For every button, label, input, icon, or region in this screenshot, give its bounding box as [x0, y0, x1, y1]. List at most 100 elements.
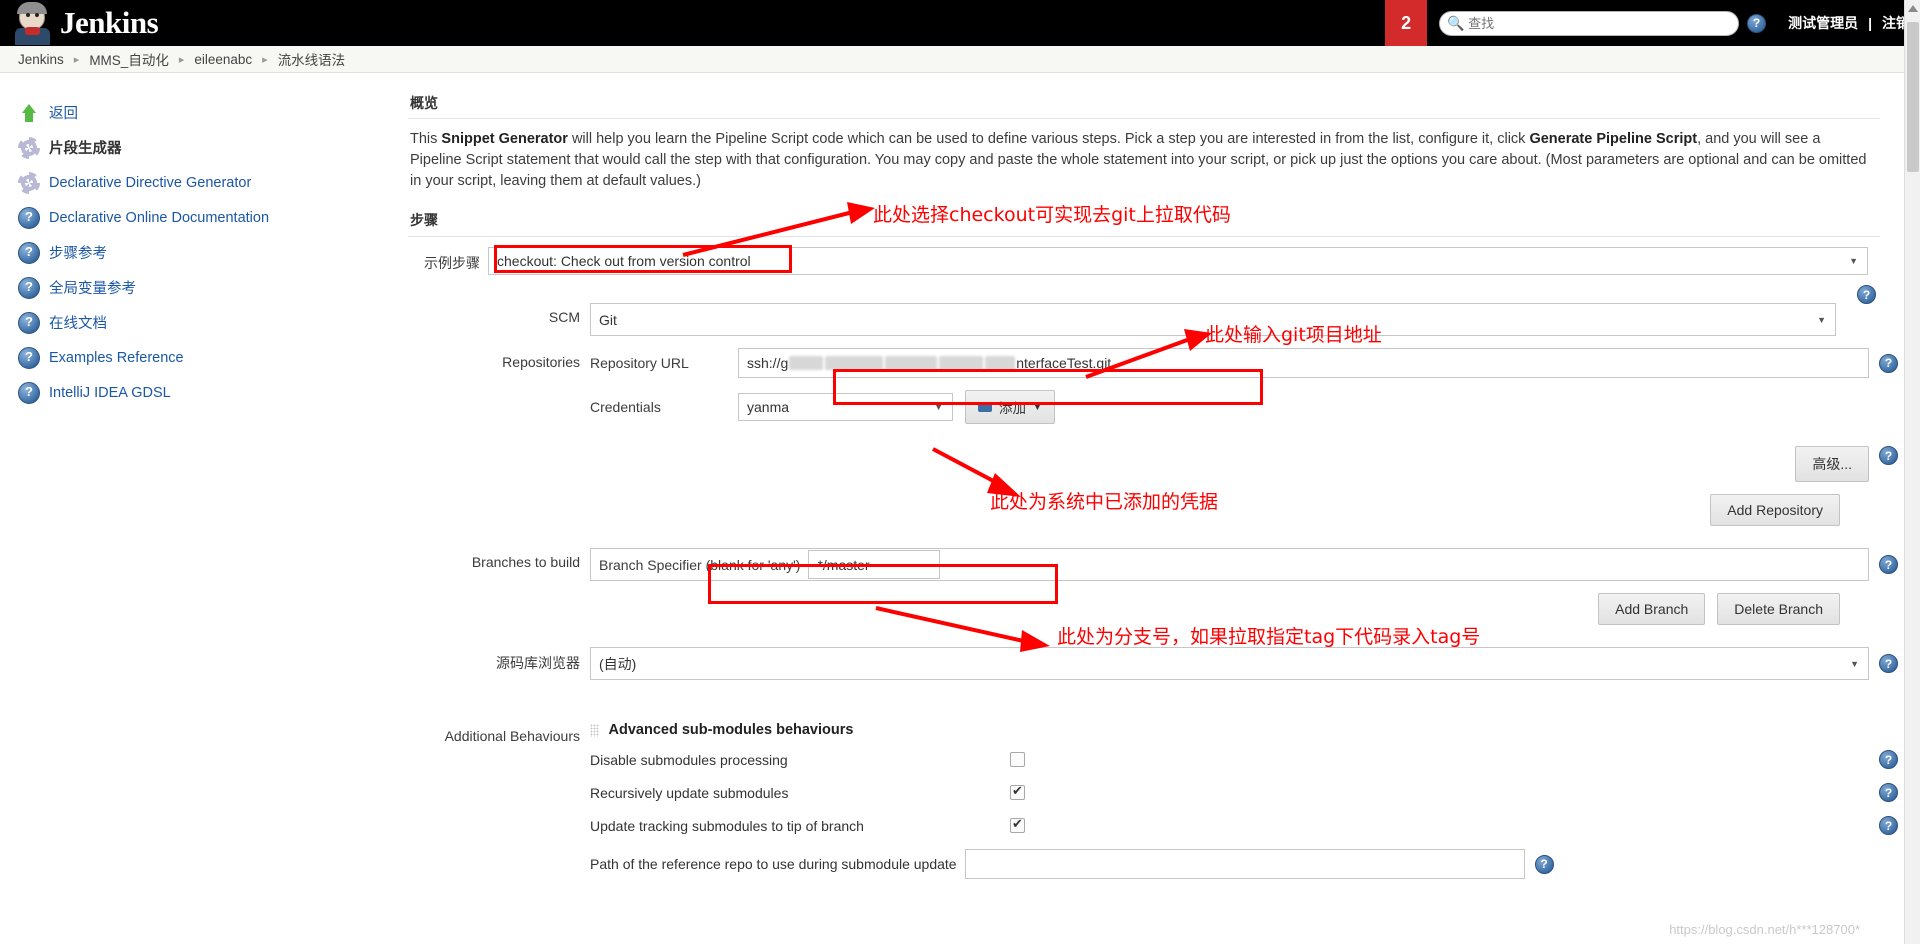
breadcrumb-item-jenkins[interactable]: Jenkins: [18, 52, 64, 67]
repositories-label: Repositories: [502, 354, 580, 370]
user-area: 测试管理员 | 注销: [1766, 13, 1920, 33]
add-repository-button[interactable]: Add Repository: [1710, 494, 1840, 526]
sample-step-row: 示例步骤 checkout: Check out from version co…: [400, 247, 1920, 275]
redacted-segment: [939, 356, 984, 370]
sample-step-select[interactable]: checkout: Check out from version control…: [488, 247, 1868, 275]
add-branch-button[interactable]: Add Branch: [1598, 593, 1706, 625]
top-bar: Jenkins 2 🔍 ? 测试管理员 | 注销: [0, 0, 1920, 46]
sidebar-item-global-variables-reference[interactable]: 全局变量参考: [18, 270, 400, 305]
recursively-update-submodules-checkbox[interactable]: [1010, 783, 1025, 800]
branch-specifier-input[interactable]: [808, 550, 941, 579]
credentials-row: Credentials yanma ▼ 添加 ▼: [590, 390, 1898, 424]
breadcrumb: Jenkins ▸ MMS_自动化 ▸ eileenabc ▸ 流水线语法: [0, 46, 1920, 73]
advanced-help-icon[interactable]: ?: [1879, 446, 1898, 465]
search-container: 🔍: [1439, 10, 1740, 36]
sidebar-item-steps-reference[interactable]: 步骤参考: [18, 235, 400, 270]
submodule-row: Disable submodules processing ?: [590, 750, 1898, 769]
redacted-segment: [825, 356, 884, 370]
reference-repo-help-icon[interactable]: ?: [1534, 854, 1554, 874]
submodule-help-icon[interactable]: ?: [1879, 783, 1898, 802]
search-input[interactable]: [1439, 10, 1740, 36]
branch-specifier-help-icon[interactable]: ?: [1879, 555, 1898, 574]
jenkins-brand[interactable]: Jenkins: [0, 0, 159, 46]
help-icon: [18, 346, 40, 369]
sidebar-item-label: 全局变量参考: [49, 281, 136, 297]
user-separator: |: [1868, 15, 1872, 31]
scroll-up-arrow-icon[interactable]: [1908, 5, 1918, 12]
repo-browser-row: 源码库浏览器 (自动) ▼ ?: [400, 647, 1920, 680]
main-content: 概览 This Snippet Generator will help you …: [400, 73, 1920, 943]
sidebar-item-declarative-directive-generator[interactable]: Declarative Directive Generator: [18, 165, 400, 200]
breadcrumb-item-pipeline-syntax[interactable]: 流水线语法: [278, 49, 346, 69]
redacted-segment: [985, 356, 1016, 370]
sidebar-item-intellij-idea-gdsl[interactable]: IntelliJ IDEA GDSL: [18, 375, 400, 410]
steps-title: 步骤: [410, 212, 438, 228]
sample-step-label: 示例步骤: [424, 255, 480, 271]
intro-bold-snippet-generator: Snippet Generator: [441, 131, 568, 147]
submodule-row: Recursively update submodules ?: [590, 783, 1898, 802]
sidebar-item-snippet-generator[interactable]: 片段生成器: [18, 130, 400, 165]
add-credentials-button[interactable]: 添加 ▼: [965, 390, 1055, 424]
chevron-down-icon: ▼: [1849, 256, 1858, 266]
brand-title: Jenkins: [60, 5, 159, 40]
advanced-submodules-title-text: Advanced sub-modules behaviours: [608, 722, 854, 738]
repo-browser-help-icon[interactable]: ?: [1879, 654, 1898, 673]
repository-url-input[interactable]: ssh://g nterfaceTest.git: [738, 348, 1869, 378]
sidebar-item-back[interactable]: 返回: [18, 95, 400, 130]
breadcrumb-item-project[interactable]: MMS_自动化: [89, 49, 169, 69]
repositories-row: Repositories Repository URL ssh://g nter…: [400, 348, 1920, 526]
additional-behaviours-label: Additional Behaviours: [444, 728, 580, 744]
overview-title: 概览: [410, 95, 438, 111]
scm-help-icon[interactable]: ?: [1857, 285, 1876, 304]
sidebar-item-label: IntelliJ IDEA GDSL: [49, 384, 171, 401]
scm-value: Git: [599, 311, 617, 328]
branch-buttons-row: Add Branch Delete Branch: [590, 593, 1898, 625]
scrollbar-thumb[interactable]: [1907, 22, 1919, 172]
intro-bold-generate-pipeline-script: Generate Pipeline Script: [1529, 131, 1698, 147]
repository-url-help-icon[interactable]: ?: [1879, 353, 1898, 373]
sidebar-item-examples-reference[interactable]: Examples Reference: [18, 340, 400, 375]
sidebar-item-label: Declarative Online Documentation: [49, 209, 270, 226]
submodule-help-icon[interactable]: ?: [1879, 750, 1898, 769]
scm-select[interactable]: Git ▼: [590, 303, 1836, 336]
user-name[interactable]: 测试管理员: [1788, 13, 1858, 33]
redacted-segment: [789, 356, 824, 370]
chevron-down-icon: ▼: [1817, 314, 1826, 325]
vertical-scrollbar[interactable]: [1904, 0, 1920, 944]
jenkins-logo-icon: [12, 2, 54, 45]
delete-branch-button[interactable]: Delete Branch: [1717, 593, 1840, 625]
chevron-down-icon: ▼: [934, 402, 943, 412]
add-repository-row: Add Repository: [590, 494, 1898, 526]
steps-divider: [408, 236, 1880, 237]
help-icon: [18, 276, 40, 299]
up-arrow-icon: [18, 102, 40, 124]
overview-divider: [408, 118, 1880, 119]
sidebar-item-declarative-online-documentation[interactable]: Declarative Online Documentation: [18, 200, 400, 235]
repo-browser-select[interactable]: (自动) ▼: [590, 647, 1869, 680]
sidebar-item-label: Examples Reference: [49, 349, 184, 366]
disable-submodules-checkbox[interactable]: [1010, 752, 1025, 767]
reference-repo-label: Path of the reference repo to use during…: [590, 856, 957, 872]
sidebar-item-online-documentation[interactable]: 在线文档: [18, 305, 400, 340]
credentials-value: yanma: [747, 399, 790, 415]
repo-browser-label: 源码库浏览器: [496, 655, 580, 671]
reference-repo-input[interactable]: [964, 849, 1525, 879]
advanced-button[interactable]: 高级...: [1795, 446, 1869, 482]
repo-browser-value: (自动): [599, 655, 637, 672]
branches-label: Branches to build: [471, 554, 580, 570]
search-help-icon[interactable]: ?: [1747, 13, 1767, 33]
chevron-down-icon: ▼: [1850, 658, 1859, 669]
submodule-help-icon[interactable]: ?: [1879, 816, 1898, 835]
reference-repo-row: Path of the reference repo to use during…: [590, 849, 1898, 879]
intro-paragraph: This Snippet Generator will help you lea…: [410, 129, 1870, 192]
repository-url-row: Repository URL ssh://g nterfaceTest.git: [590, 348, 1898, 378]
breadcrumb-separator: ▸: [262, 53, 268, 66]
submodule-row: Update tracking submodules to tip of bra…: [590, 816, 1898, 835]
notification-badge[interactable]: 2: [1385, 0, 1428, 46]
scm-label: SCM: [548, 309, 580, 325]
credentials-select[interactable]: yanma ▼: [738, 393, 953, 421]
breadcrumb-item-job[interactable]: eileenabc: [194, 52, 252, 67]
drag-handle-icon[interactable]: [590, 723, 599, 737]
sidebar-item-label: 步骤参考: [49, 246, 107, 262]
update-tracking-submodules-checkbox[interactable]: [1010, 816, 1025, 833]
